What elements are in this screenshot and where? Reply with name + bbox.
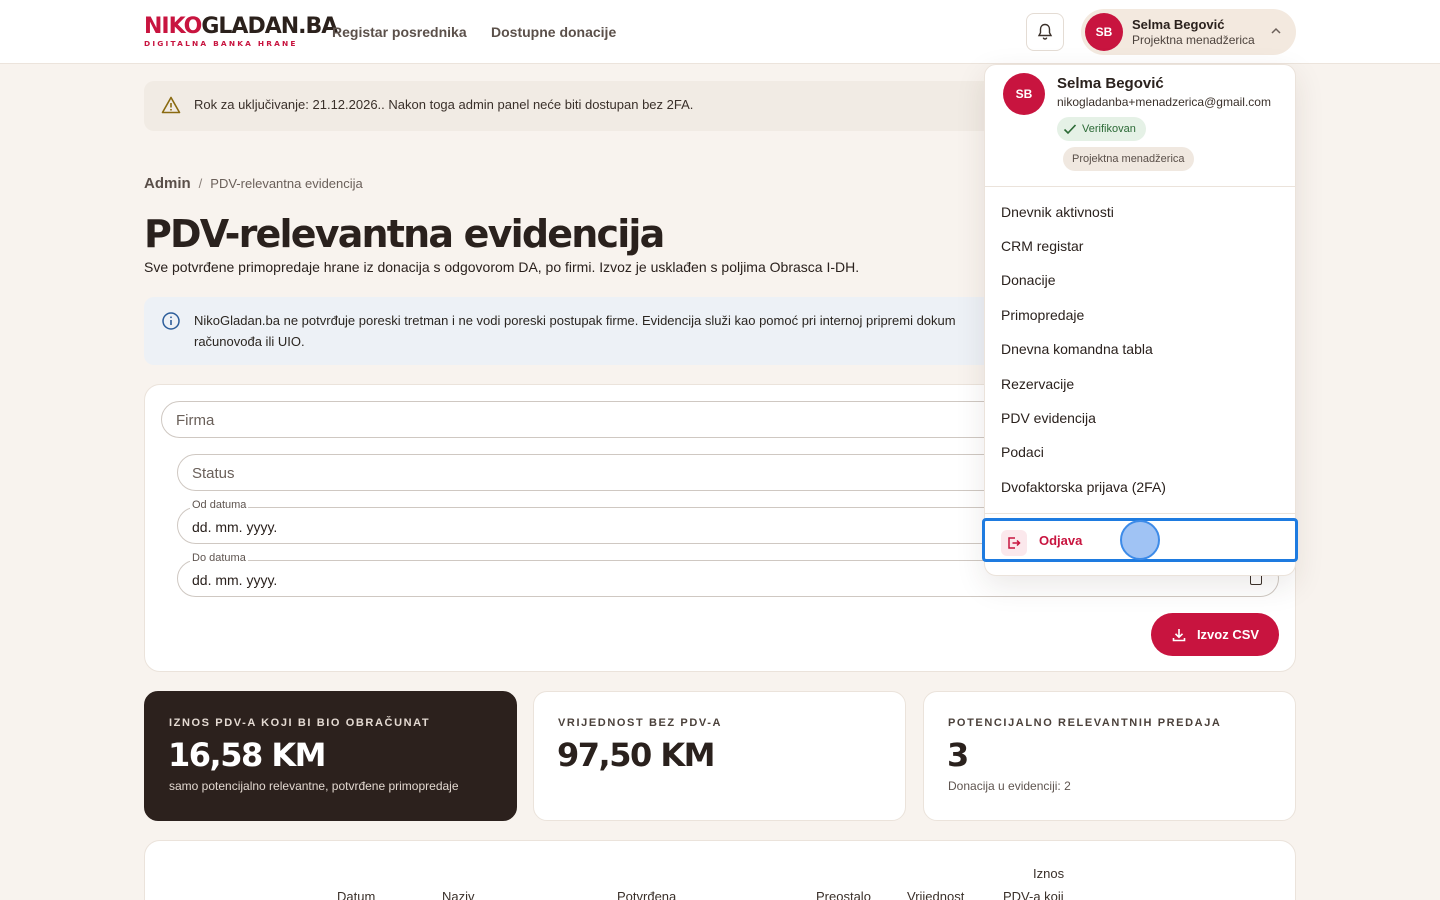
logout-label: Odjava: [1039, 533, 1083, 548]
column-header-naziv[interactable]: Naziv: [442, 889, 475, 900]
menu-user-email: nikogladanba+menadzerica@gmail.com: [1057, 95, 1271, 109]
stat-label: IZNOS PDV-A KOJI BI BIO OBRAČUNAT: [169, 717, 431, 729]
user-menu-button[interactable]: SB Selma Begović Projektna menadžerica: [1081, 9, 1296, 55]
to-date-value: dd. mm. yyyy.: [192, 572, 278, 588]
menu-item-dnevna-komandna-tabla[interactable]: Dnevna komandna tabla: [1001, 341, 1153, 357]
stat-note: samo potencijalno relevantne, potvrđene …: [169, 779, 459, 793]
stat-label: POTENCIJALNO RELEVANTNIH PREDAJA: [948, 717, 1222, 729]
stat-card-relevant-handovers: POTENCIJALNO RELEVANTNIH PREDAJA 3 Donac…: [923, 691, 1296, 821]
warning-icon: [161, 96, 181, 114]
menu-item-crm-registar[interactable]: CRM registar: [1001, 238, 1083, 254]
stat-value: 16,58 KM: [168, 736, 327, 774]
user-role: Projektna menadžerica: [1132, 33, 1255, 47]
nav-link-registar-posrednika[interactable]: Registar posrednika: [332, 24, 467, 40]
logo-tagline: DIGITALNA BANKA HRANE: [144, 39, 298, 48]
logout-icon: [1001, 530, 1027, 556]
warning-text: Rok za uključivanje: 21.12.2026.. Nakon …: [194, 97, 694, 112]
menu-item-2fa[interactable]: Dvofaktorska prijava (2FA): [1001, 479, 1166, 495]
notifications-button[interactable]: [1026, 13, 1064, 51]
page-subtitle: Sve potvrđene primopredaje hrane iz dona…: [144, 259, 860, 275]
column-header-potvrdena[interactable]: Potvrđena: [617, 889, 676, 900]
info-icon: [162, 312, 180, 330]
column-header-preostalo[interactable]: Preostalo: [816, 889, 871, 900]
info-text: NikoGladan.ba ne potvrđuje poreski tretm…: [194, 313, 956, 349]
download-icon: [1172, 628, 1186, 641]
from-date-label: Od datuma: [190, 499, 249, 511]
bell-icon: [1037, 23, 1053, 40]
breadcrumb: Admin / PDV-relevantna evidencija: [144, 175, 363, 192]
top-bar: NIKOGLADAN.BA DIGITALNA BANKA HRANE Regi…: [0, 0, 1440, 64]
avatar: SB: [1003, 73, 1045, 115]
records-table: Datum Naziv Potvrđena Preostalo Vrijedno…: [144, 840, 1296, 900]
stat-card-value-without-vat: VRIJEDNOST BEZ PDV-A 97,50 KM: [533, 691, 906, 821]
breadcrumb-admin[interactable]: Admin: [144, 175, 191, 192]
breadcrumb-separator: /: [198, 176, 203, 191]
verified-badge: Verifikovan: [1057, 117, 1146, 141]
menu-item-primopredaje[interactable]: Primopredaje: [1001, 307, 1084, 323]
page-title: PDV-relevantna evidencija: [144, 212, 665, 256]
menu-item-donacije[interactable]: Donacije: [1001, 272, 1055, 288]
stat-value: 3: [947, 736, 969, 774]
pointer-cursor: [1120, 520, 1160, 560]
menu-item-rezervacije[interactable]: Rezervacije: [1001, 376, 1074, 392]
column-header-iznos[interactable]: Iznos: [1033, 866, 1064, 881]
check-icon: [1063, 124, 1077, 135]
stat-card-vat-amount: IZNOS PDV-A KOJI BI BIO OBRAČUNAT 16,58 …: [144, 691, 517, 821]
nav-link-dostupne-donacije[interactable]: Dostupne donacije: [491, 24, 616, 40]
breadcrumb-current: PDV-relevantna evidencija: [210, 176, 363, 191]
firma-placeholder: Firma: [176, 412, 215, 429]
verified-label: Verifikovan: [1082, 123, 1136, 135]
menu-divider: [985, 186, 1295, 187]
column-header-pdv[interactable]: PDV-a koji: [1003, 889, 1064, 900]
column-header-vrijednost[interactable]: Vrijednost: [907, 889, 964, 900]
user-dropdown-menu: SB Selma Begović nikogladanba+menadzeric…: [984, 64, 1296, 576]
to-date-label: Do datuma: [190, 552, 248, 564]
stat-label: VRIJEDNOST BEZ PDV-A: [558, 717, 723, 729]
logo-wordmark: NIKOGLADAN.BA: [144, 14, 338, 39]
menu-divider: [985, 513, 1295, 514]
from-date-value: dd. mm. yyyy.: [192, 519, 278, 535]
menu-item-pdv-evidencija[interactable]: PDV evidencija: [1001, 410, 1096, 426]
role-badge: Projektna menadžerica: [1063, 147, 1194, 171]
menu-user-name: Selma Begović: [1057, 75, 1164, 92]
logo[interactable]: NIKOGLADAN.BA DIGITALNA BANKA HRANE: [144, 14, 338, 49]
avatar: SB: [1085, 13, 1123, 51]
status-placeholder: Status: [192, 465, 235, 482]
menu-item-podaci[interactable]: Podaci: [1001, 444, 1044, 460]
stat-value: 97,50 KM: [557, 736, 716, 774]
chevron-up-icon: [1271, 27, 1281, 34]
user-name: Selma Begović: [1132, 17, 1225, 32]
column-header-datum[interactable]: Datum: [337, 889, 375, 900]
stat-note: Donacija u evidenciji: 2: [948, 779, 1071, 793]
export-csv-button[interactable]: Izvoz CSV: [1151, 613, 1279, 656]
menu-item-dnevnik-aktivnosti[interactable]: Dnevnik aktivnosti: [1001, 204, 1114, 220]
export-csv-label: Izvoz CSV: [1196, 627, 1260, 642]
